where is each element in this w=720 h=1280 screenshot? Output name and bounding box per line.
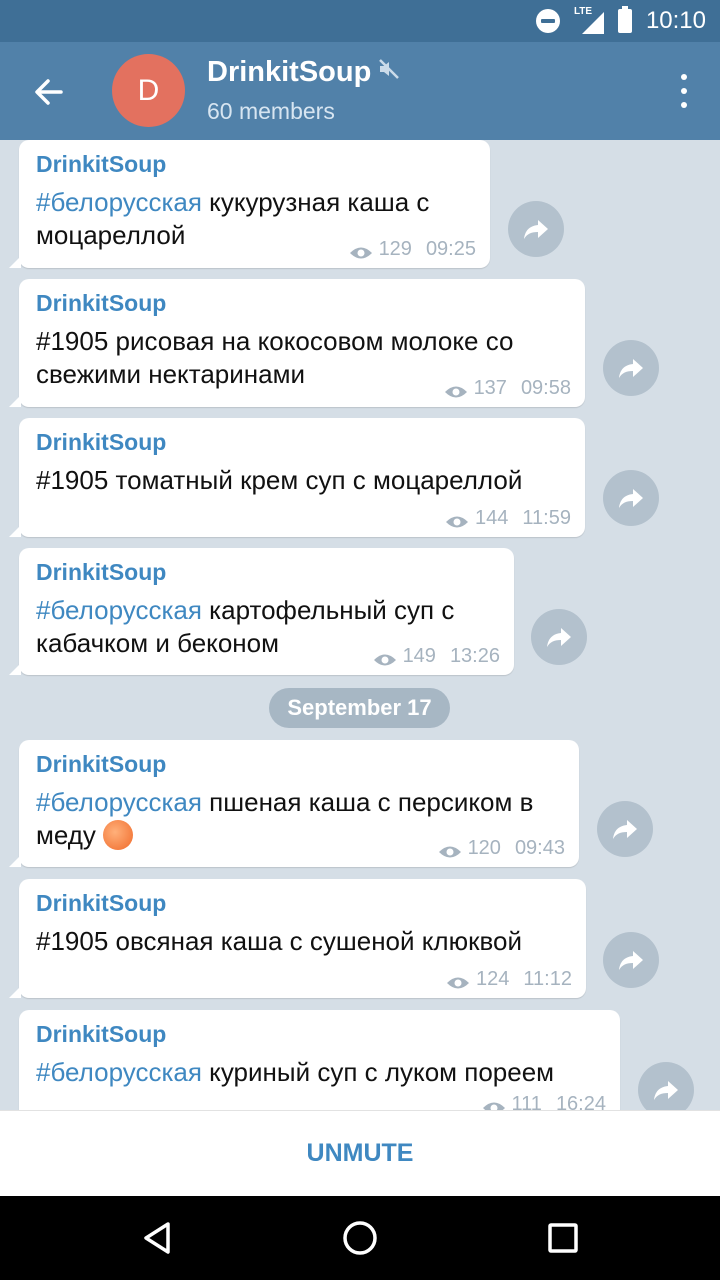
views-icon	[445, 512, 469, 527]
view-count: 120	[467, 837, 501, 859]
message-list[interactable]: DrinkitSoup #белорусская кукурузная каша…	[0, 140, 720, 1110]
views-icon	[438, 842, 462, 857]
bottom-action-bar: UNMUTE	[0, 1110, 720, 1196]
message-time: 09:43	[514, 837, 565, 859]
message-author: DrinkitSoup	[36, 751, 167, 777]
view-count: 144	[475, 507, 509, 529]
message-author: DrinkitSoup	[36, 429, 167, 455]
message-meta: 144 11:59	[445, 507, 571, 530]
signal-icon: LTE	[574, 6, 604, 34]
message-meta: 129 09:25	[349, 238, 476, 261]
message-bubble[interactable]: DrinkitSoup #белорусская картофельный су…	[9, 548, 514, 675]
forward-icon[interactable]	[603, 340, 659, 396]
hashtag-link[interactable]: #белорусская	[36, 187, 202, 217]
forward-icon[interactable]	[597, 801, 653, 857]
message-time: 13:26	[449, 645, 500, 667]
battery-icon	[617, 6, 632, 33]
message-bubble[interactable]: DrinkitSoup #1905 рисовая на кокосовом м…	[9, 279, 585, 407]
message-time: 16:24	[555, 1093, 606, 1110]
chat-header: D DrinkitSoup 60 members	[0, 42, 720, 140]
message-bubble[interactable]: DrinkitSoup #1905 овсяная каша с сушеной…	[9, 879, 586, 998]
navigation-bar	[0, 1196, 720, 1280]
status-time: 10:10	[645, 7, 706, 34]
forward-icon[interactable]	[603, 470, 659, 526]
members-count: 60 members	[207, 98, 335, 124]
message-meta: 124 11:12	[446, 968, 572, 991]
back-arrow-icon[interactable]	[28, 72, 68, 112]
forward-icon[interactable]	[638, 1062, 694, 1110]
more-options-icon[interactable]	[676, 74, 692, 108]
view-count: 124	[476, 968, 510, 990]
unmute-button[interactable]: UNMUTE	[307, 1139, 414, 1168]
message-time: 11:12	[523, 968, 572, 990]
message-meta: 137 09:58	[444, 377, 571, 400]
message-text: #1905 томатный крем суп с моцареллой	[36, 465, 523, 495]
message-text: #1905 овсяная каша с сушеной клюквой	[36, 926, 522, 956]
message-time: 09:58	[520, 377, 571, 399]
muted-speaker-icon	[377, 56, 401, 89]
view-count: 129	[378, 238, 412, 260]
hashtag-link[interactable]: #белорусская	[36, 595, 202, 625]
view-count: 137	[473, 377, 507, 399]
message-time: 09:25	[425, 238, 476, 260]
message-bubble[interactable]: DrinkitSoup #белорусская куриный суп с л…	[19, 1010, 620, 1110]
status-bar: LTE 10:10	[0, 0, 720, 42]
view-count: 111	[511, 1093, 542, 1110]
message-time: 11:59	[522, 507, 571, 529]
message-text: #белорусская куриный суп с луком пореем	[36, 1057, 555, 1087]
message-author: DrinkitSoup	[36, 1021, 167, 1047]
views-icon	[446, 973, 470, 988]
message-author: DrinkitSoup	[36, 559, 167, 585]
views-icon	[373, 650, 397, 665]
hashtag-link[interactable]: #белорусская	[36, 1057, 202, 1087]
home-circle-icon[interactable]	[338, 1216, 382, 1260]
view-count: 149	[402, 645, 436, 667]
forward-icon[interactable]	[603, 932, 659, 988]
message-meta: 120 09:43	[438, 837, 565, 860]
date-separator: September 17	[269, 688, 450, 728]
chat-title[interactable]: DrinkitSoup	[207, 56, 401, 89]
forward-icon[interactable]	[508, 201, 564, 257]
forward-icon[interactable]	[531, 609, 587, 665]
message-bubble[interactable]: DrinkitSoup #белорусская пшеная каша с п…	[9, 740, 579, 867]
peach-emoji-icon	[103, 820, 134, 851]
message-bubble[interactable]: DrinkitSoup #1905 томатный крем суп с мо…	[9, 418, 585, 537]
message-author: DrinkitSoup	[36, 151, 167, 177]
views-icon	[444, 382, 468, 397]
message-bubble[interactable]: DrinkitSoup #белорусская кукурузная каша…	[9, 140, 490, 268]
message-author: DrinkitSoup	[36, 890, 167, 916]
message-author: DrinkitSoup	[36, 290, 167, 316]
message-meta: 111 16:24	[482, 1093, 606, 1110]
do-not-disturb-icon	[535, 9, 560, 33]
back-triangle-icon[interactable]	[136, 1216, 180, 1260]
avatar[interactable]: D	[112, 54, 185, 127]
chat-title-text: DrinkitSoup	[207, 56, 372, 88]
message-meta: 149 13:26	[373, 645, 500, 668]
recents-square-icon[interactable]	[541, 1216, 585, 1260]
views-icon	[349, 243, 373, 258]
views-icon	[482, 1098, 506, 1110]
hashtag-link[interactable]: #белорусская	[36, 787, 202, 817]
